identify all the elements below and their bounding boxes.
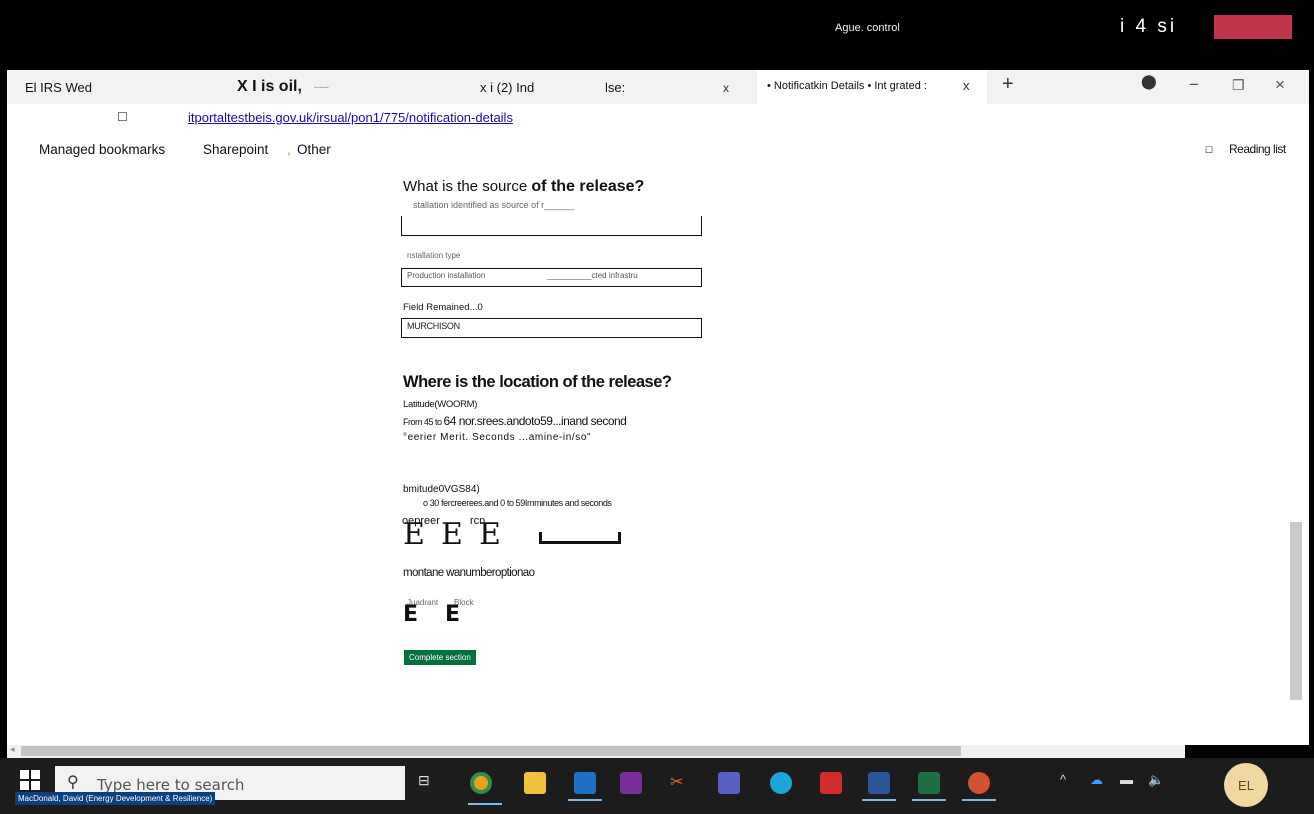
taskbar: ⚲ Type here to search MacDonald, David (… xyxy=(0,758,1314,814)
word-icon[interactable] xyxy=(862,772,896,801)
chevron-up-icon[interactable]: ^ xyxy=(1060,772,1066,787)
tab-notification-details[interactable]: • Notificatkin Details • Int grated : x xyxy=(757,70,987,104)
powerpoint-icon[interactable] xyxy=(962,772,996,801)
degrees-input[interactable]: E xyxy=(403,517,425,552)
leave-meeting-button[interactable] xyxy=(1214,15,1292,39)
horizontal-scrollbar-thumb[interactable] xyxy=(21,746,961,756)
restore-icon[interactable]: ❐ xyxy=(1232,77,1245,94)
tab-label: • Notificatkin Details • Int grated : xyxy=(767,80,927,92)
task-view-icon[interactable]: ⊟ xyxy=(418,772,440,794)
source-heading: What is the source of the release? xyxy=(403,178,645,195)
tab-label: El IRS Wed xyxy=(25,79,92,95)
url-link[interactable]: itportaltestbeis.gov.uk/irsual/pon1/775/… xyxy=(188,110,513,125)
location-heading: Where is the location of the release? xyxy=(403,373,672,391)
tab-irs-wed[interactable]: El IRS Wed xyxy=(25,70,175,104)
tab-ind[interactable]: x i (2) Ind xyxy=(480,70,600,104)
meeting-title: Ague. control xyxy=(835,22,900,34)
tab-label: X I is oil, xyxy=(237,78,302,95)
tab-strip: El IRS Wed X I is oil, ----- x i (2) Ind… xyxy=(7,70,1309,104)
minimize-icon[interactable]: − xyxy=(1189,75,1199,95)
excel-icon[interactable] xyxy=(912,772,946,801)
vertical-scrollbar-thumb[interactable] xyxy=(1290,522,1302,700)
bookmark-separator: , xyxy=(287,142,291,157)
latitude-hint-2: °eerier Merit. Seconds ...amine-in/so" xyxy=(403,432,592,443)
tab-label: x i (2) Ind xyxy=(480,79,535,95)
page-content: What is the source of the release? stall… xyxy=(7,162,1309,745)
installation-type-label: nstallation type xyxy=(407,251,461,260)
snipping-tool-icon[interactable]: ✂ xyxy=(670,772,692,794)
user-label: MacDonald, David (Energy Development & R… xyxy=(15,792,216,805)
reading-list-icon[interactable]: ☐ xyxy=(1205,145,1213,156)
screen: Ague. control i 4 si El IRS Wed X I is o… xyxy=(0,0,1314,814)
bookmark-sharepoint[interactable]: Sharepoint xyxy=(203,142,268,157)
latitude-label: Latitude(WOORM) xyxy=(403,399,478,410)
onenote-icon[interactable] xyxy=(620,772,642,794)
complete-section-button[interactable]: Complete section xyxy=(404,650,476,665)
direction-select[interactable] xyxy=(539,532,621,544)
tab-label: lse: xyxy=(605,79,626,95)
horizontal-scrollbar[interactable]: ◂ xyxy=(7,744,1185,758)
installation-type-select[interactable]: Production installation __________cted i… xyxy=(401,268,702,287)
reading-list[interactable]: Reading list xyxy=(1229,142,1286,156)
outlook-icon[interactable] xyxy=(568,772,602,801)
address-bar: ☐ itportaltestbeis.gov.uk/irsual/pon1/77… xyxy=(7,104,1309,134)
bookmark-managed[interactable]: Managed bookmarks xyxy=(39,142,165,157)
tab-close-icon[interactable]: x xyxy=(723,81,729,95)
network-icon[interactable]: ▬ xyxy=(1120,772,1133,787)
field-input[interactable]: MURCHISON xyxy=(401,318,702,338)
installation-input[interactable] xyxy=(401,216,702,236)
tab-close-icon[interactable]: x xyxy=(963,78,970,93)
tab-extra: ----- xyxy=(313,82,329,92)
meeting-stats: i 4 si xyxy=(1120,16,1178,37)
avatar[interactable]: EL xyxy=(1224,763,1268,807)
file-explorer-icon[interactable] xyxy=(524,772,546,794)
window-controls: − ❐ × xyxy=(1137,70,1309,104)
minutes-input[interactable]: E xyxy=(441,517,463,552)
browser-window: El IRS Wed X I is oil, ----- x i (2) Ind… xyxy=(7,70,1309,745)
scroll-left-icon[interactable]: ◂ xyxy=(10,744,15,755)
bookmark-other[interactable]: Other xyxy=(297,142,331,157)
seconds-input[interactable]: E xyxy=(479,517,501,552)
volume-icon[interactable]: 🔈 xyxy=(1148,772,1164,788)
field-label: Field Remained...0 xyxy=(403,302,483,313)
montane-label: montane wanumberoptionao xyxy=(403,567,535,579)
latitude-hint: From 45 to 64 nor.srees.andoto59...inand… xyxy=(403,414,627,428)
tab-lse[interactable]: lse: x xyxy=(605,70,745,104)
quadrant-input[interactable]: E xyxy=(403,602,418,627)
longitude-label: bmitude0VGS84) xyxy=(403,484,480,495)
edge-icon[interactable] xyxy=(770,772,792,794)
tab-is-oil[interactable]: X I is oil, ----- xyxy=(237,70,397,104)
new-tab-button[interactable]: + xyxy=(1002,73,1014,96)
teams-icon[interactable] xyxy=(718,772,740,794)
bookmarks-bar: Managed bookmarks Sharepoint , Other ☐ R… xyxy=(7,134,1309,162)
installation-label: stallation identified as source of r____… xyxy=(413,200,575,210)
windows-start-icon[interactable] xyxy=(20,770,40,790)
chrome-icon[interactable] xyxy=(468,772,502,805)
longitude-hint: o 30 fercreerees.and 0 to 59Imminutes an… xyxy=(423,498,612,508)
acrobat-icon[interactable] xyxy=(820,772,842,794)
meeting-bar: Ague. control i 4 si xyxy=(0,0,1314,70)
onedrive-icon[interactable]: ☁ xyxy=(1090,772,1103,788)
search-icon: ⚲ xyxy=(67,774,79,791)
close-icon[interactable]: × xyxy=(1275,75,1285,95)
site-info-icon[interactable]: ☐ xyxy=(117,110,128,124)
block-input[interactable]: E xyxy=(445,602,460,627)
